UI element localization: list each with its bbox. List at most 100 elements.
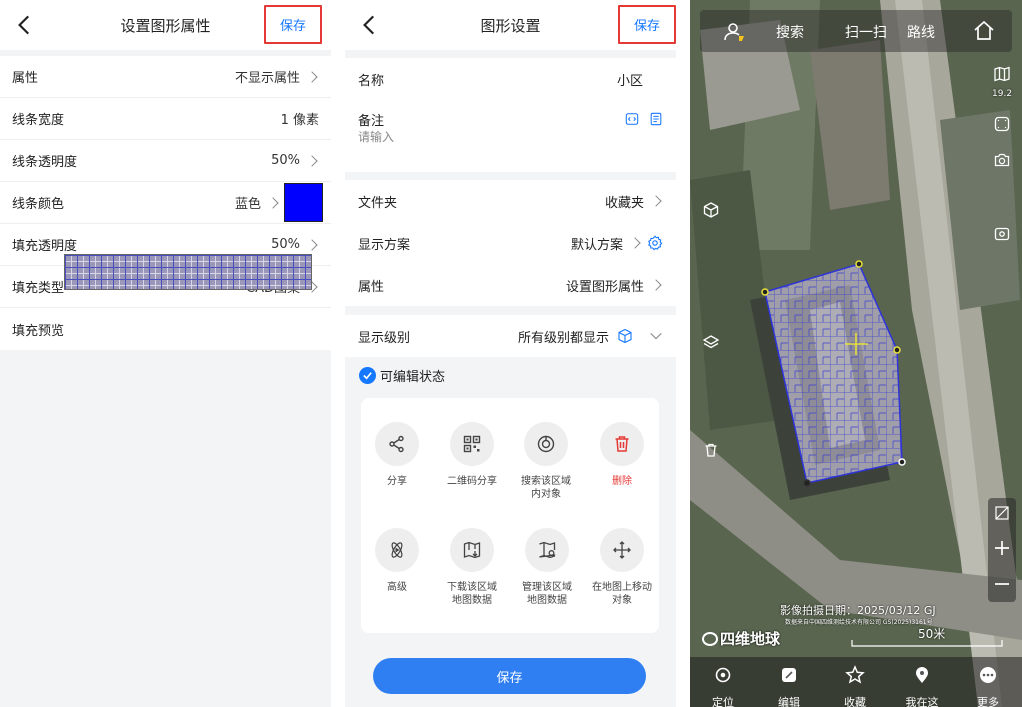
map-top-bar: 搜索 扫一扫 路线 [700, 10, 1012, 52]
folder-value: 收藏夹 [604, 195, 644, 211]
edit-button[interactable]: 编辑 [759, 665, 819, 707]
data-source: 数据来自中国四维测绘技术有限公司 GS(2025)3161号 [785, 619, 933, 626]
row-line-opacity[interactable]: 线条透明度 50% [0, 140, 331, 182]
tool-label: 删除 [612, 476, 632, 487]
tool-share[interactable]: 分享 [360, 422, 434, 488]
map-view[interactable]: 搜索 扫一扫 路线 19.2 影像拍摄日期：2025/03/12 GJ 数据来自… [690, 0, 1022, 707]
row-label: 填充预览 [12, 323, 65, 339]
attr-label: 属性 [358, 279, 385, 295]
edit-icon [782, 668, 796, 682]
tool-advanced[interactable]: 高级 [360, 528, 434, 594]
code-icon[interactable] [625, 112, 639, 126]
fullscreen-icon[interactable] [990, 112, 1014, 136]
tool-search-area[interactable]: 搜索该区域内对象 [510, 422, 582, 501]
attribute-row[interactable]: 属性 设置图形属性 [345, 264, 676, 306]
level-section: 显示级别 所有级别都显示 [345, 315, 676, 357]
qrcode-icon [450, 422, 494, 466]
bottom-save-button[interactable]: 保存 [373, 658, 646, 694]
bottom-label: 更多 [977, 696, 999, 707]
settings-section: 文件夹 收藏夹 显示方案 默认方案 属性 设置图形属性 [345, 180, 676, 306]
locate-button[interactable]: 定位 [693, 665, 753, 707]
chevron-right-icon [629, 237, 641, 249]
level-label: 显示级别 [358, 330, 411, 346]
scheme-label: 显示方案 [358, 237, 411, 253]
document-icon[interactable] [649, 112, 663, 126]
tool-download-map[interactable]: 下载该区域地图数据 [435, 528, 509, 607]
save-button[interactable]: 保存 [264, 5, 322, 44]
row-value: 50% [271, 153, 300, 168]
favorite-button[interactable]: 收藏 [825, 665, 885, 707]
tools-card: 分享 二维码分享 搜索该区域内对象 删除 高级 下载该区域地图数据 管理该区域地… [361, 398, 659, 633]
tool-label: 搜索该区域内对象 [521, 476, 571, 500]
row-value: 50% [271, 237, 300, 252]
display-scheme-row[interactable]: 显示方案 默认方案 [345, 222, 676, 264]
more-button[interactable]: 更多 [958, 665, 1018, 707]
display-level-row[interactable]: 显示级别 所有级别都显示 [345, 315, 676, 357]
tool-label: 分享 [387, 476, 407, 487]
fill-preview-pattern [64, 254, 312, 290]
download-map-icon [450, 528, 494, 572]
chevron-right-icon [650, 279, 662, 291]
row-fill-preview: 填充预览 [0, 308, 331, 350]
row-attribute[interactable]: 属性 不显示属性 [0, 56, 331, 98]
gear-icon[interactable] [647, 235, 663, 251]
chevron-right-icon [306, 238, 318, 251]
3d-cube-icon[interactable] [699, 198, 723, 222]
note-label: 备注 [358, 113, 385, 129]
row-line-color[interactable]: 线条颜色 蓝色 [0, 182, 331, 224]
folder-label: 文件夹 [358, 195, 398, 211]
folder-row[interactable]: 文件夹 收藏夹 [345, 180, 676, 222]
zoom-out-icon[interactable] [990, 572, 1014, 596]
name-row[interactable]: 名称 小区 [345, 58, 676, 100]
row-label: 属性 [12, 71, 39, 86]
zoom-level: 19.2 [992, 89, 1013, 99]
row-label: 线条颜色 [12, 197, 65, 212]
home-icon[interactable] [972, 19, 996, 43]
camera-icon[interactable] [990, 148, 1014, 172]
bottom-label: 收藏 [844, 696, 866, 707]
zoom-in-icon[interactable] [990, 536, 1014, 560]
chevron-down-icon[interactable] [649, 329, 663, 343]
tool-manage-map[interactable]: 管理该区域地图数据 [510, 528, 584, 607]
tool-label: 在地图上移动对象 [592, 582, 652, 606]
share-icon [375, 422, 419, 466]
scheme-value: 默认方案 [570, 237, 623, 253]
header: 图形设置 保存 [345, 0, 676, 50]
row-value: 蓝色 [234, 197, 261, 212]
scale-label: 50米 [918, 627, 946, 641]
map-layer-icon[interactable] [990, 62, 1014, 86]
row-label: 线条宽度 [12, 113, 65, 128]
row-line-width[interactable]: 线条宽度 1 像素 [0, 98, 331, 140]
name-label: 名称 [358, 73, 385, 89]
user-icon[interactable] [722, 20, 746, 44]
save-button[interactable]: 保存 [618, 5, 676, 44]
bottom-label: 我在这 [905, 696, 939, 707]
trash-icon[interactable] [699, 438, 723, 462]
search-link[interactable]: 搜索 [776, 22, 804, 42]
more-icon [980, 667, 996, 683]
row-label: 填充透明度 [12, 239, 78, 254]
layer-settings-icon[interactable] [699, 330, 723, 354]
tool-delete[interactable]: 删除 [585, 422, 659, 488]
here-button[interactable]: 我在这 [892, 665, 952, 707]
bottom-label: 定位 [712, 696, 734, 707]
tool-label: 下载该区域地图数据 [447, 582, 497, 606]
measure-icon[interactable] [990, 501, 1014, 525]
zoom-controls [988, 498, 1016, 602]
satellite-map[interactable] [690, 0, 1022, 707]
editable-toggle[interactable]: 可编辑状态 [359, 366, 445, 385]
advanced-icon [375, 528, 419, 572]
attr-value: 设置图形属性 [565, 279, 644, 295]
color-swatch[interactable] [284, 183, 323, 222]
search-area-icon [524, 422, 568, 466]
tool-move[interactable]: 在地图上移动对象 [585, 528, 659, 607]
note-input[interactable]: 请输入 [345, 128, 676, 145]
rotate-view-icon[interactable] [990, 222, 1014, 246]
chevron-right-icon [267, 196, 279, 209]
tool-qrcode[interactable]: 二维码分享 [435, 422, 509, 488]
trash-icon [600, 422, 644, 466]
header: 设置图形属性 保存 [0, 0, 331, 50]
scan-link[interactable]: 扫一扫 [845, 22, 887, 42]
route-link[interactable]: 路线 [907, 22, 935, 42]
row-label: 线条透明度 [12, 155, 78, 170]
